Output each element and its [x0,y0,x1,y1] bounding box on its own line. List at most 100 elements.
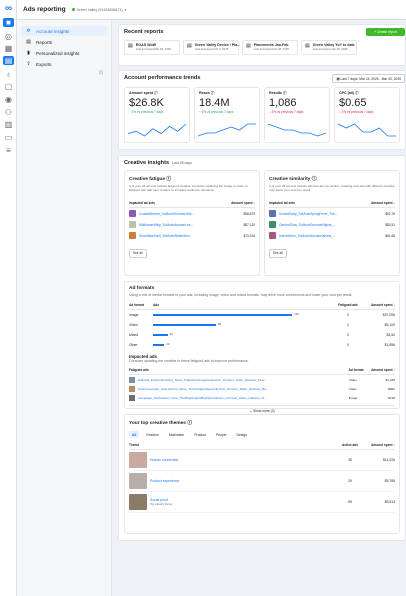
table-row[interactable]: Social proof Top industry theme 59 $9,513 [129,492,395,513]
settings-icon[interactable]: ▭ [3,133,14,142]
audience-icon[interactable]: ◉ [3,95,14,104]
tab-all[interactable]: All [129,431,140,438]
theme-name[interactable]: Social proof [150,498,168,502]
sparkline-line [338,123,396,137]
column-header: Impacted ad sets [269,201,295,205]
format-name: Mixed [129,333,139,337]
chart-icon: ▮ [27,50,30,56]
column-header[interactable]: Amount spent ↓ [371,368,395,372]
ad-set-name[interactable]: WildflowerWisp_SoMuchAutumnLea... [139,223,230,227]
sidebar-item-personalized-insights[interactable]: ▮ Personalized insights [21,48,107,58]
ad-set-name[interactable]: CoastalBreeze_SoMuchSummerVibe... [139,212,230,216]
table-row[interactable]: GardenGlow_SoMuchSummerNights_... $83,51 [269,219,395,230]
tab-emotion[interactable]: Emotion [143,431,161,438]
home-icon[interactable]: ■ [3,18,14,27]
format-bar-cell: 124 [153,310,327,320]
format-bar-cell: 56 [153,320,327,330]
ads-count: 13 [169,332,173,336]
column-header[interactable]: Amount spent ↓ [231,201,255,205]
report-sub: Last accessed Jan 28, 2025 [312,47,348,51]
meta-logo-icon[interactable]: ∞ [3,3,14,13]
group-icon[interactable]: ⚇ [3,108,14,117]
metric-card[interactable]: CPC (all) ⓘ $0.65 ↓ 1% vs previous 7 days [334,87,400,143]
see-all-button[interactable]: See all [269,248,287,258]
info-icon: ⓘ [311,177,317,182]
table-row[interactable]: Product experience 29 $9,785 [129,471,395,492]
metric-label: CPC (all) [339,91,354,95]
sidebar-item-reports[interactable]: ▤ Reports [21,37,107,47]
metric-card[interactable]: Amount spent ⓘ $26.8K ↑ 2% vs previous 7 d… [124,87,190,143]
table-row[interactable]: WildflowerWisp_SoMuchAutumnLea... $87,120 [129,219,255,230]
create-report-button[interactable]: + Create report [366,28,405,36]
amount: $73,316 [243,233,255,238]
table-row[interactable]: HarvestHue_SoMuchAutumnHarvest_... $61,66 [269,230,395,241]
table-row[interactable]: CoastalBreeze_SoMuchSummerVibe... $98,879 [129,208,255,219]
ad-set-name[interactable]: HarvestHue_SoMuchAutumnHarvest_... [279,234,370,238]
format-row[interactable]: Mixed 13 0 $3,52 [129,330,395,340]
ad-set-name[interactable]: SnowflakeSwirl_SoMuchWinterWon... [139,234,230,238]
sidebar-item-exports[interactable]: ⇪ Exports [21,59,107,69]
metric-value: $0.65 [339,97,367,109]
metric-card[interactable]: Results ⓘ 1,086 ↓ 3% vs previous 7 days [264,87,330,143]
report-icon: ▤ [246,43,251,49]
ad-name[interactable]: Editorial_EmilyChenStory_None_ThatUrbanJ… [138,378,335,382]
tab-design[interactable]: Design [234,431,251,438]
account-selector[interactable]: Green Valley (91433656871) ▾ [71,7,127,12]
sidebar-item-account-insights[interactable]: ✲ Account insights [21,26,107,36]
sidebar-item-label: Reports [36,39,53,45]
ad-thumbnail [129,221,136,228]
column-header[interactable]: Amount spent ↓ [369,303,395,307]
collapse-icon[interactable]: ⊡ [21,70,107,76]
table-row[interactable]: Campaign_LilyRowlett_None_TheBrightLight… [129,393,395,402]
amount: $3,52 [386,333,396,337]
show-more-button[interactable]: ⌄ Show more (2) [129,405,395,413]
column-header[interactable]: Active ads [335,443,365,447]
format-row[interactable]: Image 124 3 $37,096 [129,310,395,320]
amount: $1,435 [385,377,395,382]
sidebar: ✲ Account insights ▤ Reports ▮ Personalized… [17,20,112,596]
metric-label: Amount spent [129,91,154,95]
tab-people[interactable]: People [213,431,230,438]
report-item[interactable]: ▤ Green Valley YoY to date Last accessed J… [301,40,357,55]
column-header[interactable]: Amount spent ↓ [371,201,395,205]
table-row[interactable]: SunsetSway_SoMuchSpringFever_The... $92,7… [269,208,395,219]
tab-motivation[interactable]: Motivation [166,431,187,438]
table-row[interactable]: SnowflakeSwirl_SoMuchWinterWon... $73,316 [129,230,255,241]
table-row[interactable]: Human connection 35 $11,026 [129,450,395,471]
theme-name[interactable]: Product experience [150,479,179,483]
ad-set-name[interactable]: SunsetSway_SoMuchSpringFever_The... [279,212,370,216]
report-item[interactable]: ▤ Placements Jan-Feb Last accessed Feb 28,… [242,40,298,55]
chevron-down-icon: ▾ [124,7,127,12]
see-all-button[interactable]: See all [129,248,147,258]
tab-product[interactable]: Product [191,431,209,438]
table-row[interactable]: Editorial_EmilyChenStory_None_ThatUrbanJ… [129,375,395,384]
panel-description: Using a mix of media formats in your ads… [129,293,353,297]
ad-name[interactable]: UserGenerated_AvaLeePost_None_TheVintage… [138,387,335,391]
page-icon[interactable]: ▢ [3,82,14,91]
column-header: Impacted ad sets [129,201,155,205]
dashboard-icon[interactable]: ◎ [3,32,14,41]
reports-icon[interactable]: ▤ [3,56,14,65]
format-row[interactable]: Video 56 2 $9,100 [129,320,395,330]
format-name: Video [129,323,138,327]
creative-insights-period: Last 28 days [172,161,192,165]
report-sub: Last accessed Feb 3, 2025 [194,47,229,51]
report-item[interactable]: ▤ ROAS WoW Last accessed Mar 18, 2025 [124,40,180,55]
creative-similarity-panel: Creative similarity ⓘ 3 of your 28 ad se… [264,170,400,276]
ad-thumbnail [269,232,276,239]
billing-icon[interactable]: ▥ [3,120,14,129]
table-row[interactable]: UserGenerated_AvaLeePost_None_TheVintage… [129,384,395,393]
menu-icon[interactable]: ≡ [3,146,14,155]
format-row[interactable]: Other 10 0 $1,856 [129,340,395,350]
metric-card[interactable]: Reach ⓘ 18.4M ↑ 4% vs previous 7 days [194,87,260,143]
theme-name[interactable]: Human connection [150,458,178,462]
ad-name[interactable]: Campaign_LilyRowlett_None_TheBrightLight… [138,396,335,400]
column-header[interactable]: Amount spent ↓ [365,443,395,447]
report-item[interactable]: ▤ Green Valley Device / Pla... Last access… [183,40,240,55]
date-range-button[interactable]: ▦ Last 7 days: Mar 24, 2025 - Mar 30, 20… [332,74,405,83]
status-dot-icon [71,8,75,11]
grid-icon[interactable]: ▦ [3,44,14,53]
ad-format: Video [349,377,357,382]
ad-set-name[interactable]: GardenGlow_SoMuchSummerNights_... [279,223,370,227]
lightbulb-icon[interactable]: ♁ [3,70,14,79]
